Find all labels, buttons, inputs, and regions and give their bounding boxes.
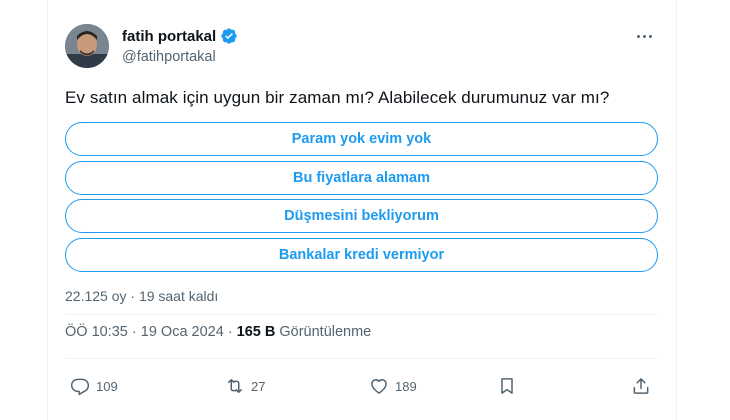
bookmark-button[interactable] bbox=[497, 376, 517, 396]
poll-option-1[interactable]: Param yok evim yok bbox=[65, 122, 658, 156]
like-button[interactable]: 189 bbox=[369, 376, 417, 396]
tweet-timestamp[interactable]: ÖÖ 10:35 · 19 Oca 2024 · bbox=[65, 324, 233, 340]
retweet-icon bbox=[228, 379, 242, 393]
avatar-image bbox=[65, 24, 109, 68]
like-count: 189 bbox=[395, 378, 417, 394]
more-icon[interactable] bbox=[634, 28, 654, 44]
author-display-name[interactable]: fatih portakal bbox=[122, 28, 216, 45]
retweet-count: 27 bbox=[251, 378, 266, 394]
poll: Param yok evim yok Bu fiyatlara alamam D… bbox=[65, 122, 658, 276]
verified-badge-icon bbox=[221, 28, 237, 44]
tweet-text: Ev satın almak için uygun bir zaman mı? … bbox=[65, 88, 610, 107]
poll-option-4[interactable]: Bankalar kredi vermiyor bbox=[65, 237, 658, 272]
avatar[interactable] bbox=[65, 24, 109, 68]
poll-option-3[interactable]: Düşmesini bekliyorum bbox=[65, 199, 658, 233]
divider bbox=[65, 314, 658, 315]
bookmark-icon bbox=[501, 378, 513, 394]
poll-votes-time: 22.125 oy · 19 saat kaldı bbox=[65, 288, 219, 304]
action-bar: 109 27 189 bbox=[65, 372, 658, 402]
tweet-card: fatih portakal @fatihportakal Ev satın a… bbox=[47, 0, 677, 420]
divider bbox=[65, 358, 658, 359]
poll-option-2[interactable]: Bu fiyatlara alamam bbox=[65, 160, 658, 195]
like-icon bbox=[371, 379, 387, 394]
reply-icon bbox=[70, 378, 90, 396]
reply-button[interactable]: 109 bbox=[70, 376, 118, 396]
share-button[interactable] bbox=[631, 376, 651, 396]
tweet-meta-row: ÖÖ 10:35 · 19 Oca 2024 · 165 B Görüntüle… bbox=[65, 324, 371, 340]
views-count: 165 B bbox=[236, 324, 276, 340]
author-handle[interactable]: @fatihportakal bbox=[122, 49, 216, 65]
reply-count: 109 bbox=[96, 378, 118, 394]
author-name-row: fatih portakal bbox=[122, 27, 238, 45]
retweet-button[interactable]: 27 bbox=[225, 376, 265, 396]
share-icon bbox=[633, 378, 649, 394]
views-label: Görüntülenme bbox=[279, 324, 372, 340]
